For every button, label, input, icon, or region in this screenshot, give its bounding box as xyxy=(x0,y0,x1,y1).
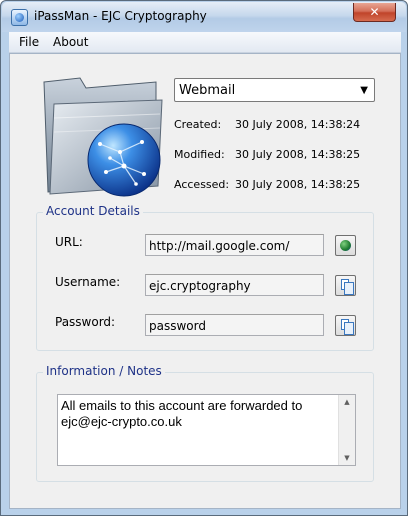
folder-globe-icon xyxy=(43,77,163,197)
menu-about[interactable]: About xyxy=(53,35,88,49)
username-label: Username: xyxy=(55,275,121,289)
created-value: 30 July 2008, 14:38:24 xyxy=(235,118,361,131)
accessed-value: 30 July 2008, 14:38:25 xyxy=(235,178,361,191)
scroll-down-icon[interactable]: ▼ xyxy=(339,451,355,465)
main-panel: Webmail ▼ Created: 30 July 2008, 14:38:2… xyxy=(9,53,401,509)
globe-icon xyxy=(340,240,351,251)
menu-bar: File About xyxy=(9,32,401,53)
modified-label: Modified: xyxy=(174,148,225,161)
open-url-button[interactable] xyxy=(335,235,356,256)
notes-group: Information / Notes All emails to this a… xyxy=(36,364,374,482)
url-value: http://mail.google.com/ xyxy=(149,239,290,253)
username-value: ejc.cryptography xyxy=(149,279,251,293)
account-details-group: Account Details URL: http://mail.google.… xyxy=(36,204,374,351)
window-title: iPassMan - EJC Cryptography xyxy=(34,9,207,23)
accessed-label: Accessed: xyxy=(174,178,230,191)
notes-title: Information / Notes xyxy=(43,364,165,378)
password-label: Password: xyxy=(55,315,116,329)
menu-file[interactable]: File xyxy=(19,35,39,49)
notes-textarea[interactable]: All emails to this account are forwarded… xyxy=(57,394,356,466)
copy-password-button[interactable] xyxy=(335,315,356,336)
account-select[interactable]: Webmail ▼ xyxy=(174,78,375,102)
modified-value: 30 July 2008, 14:38:25 xyxy=(235,148,361,161)
account-select-value: Webmail xyxy=(179,83,236,98)
close-button[interactable]: ✕ xyxy=(353,3,396,22)
password-value: password xyxy=(149,319,206,333)
app-window: iPassMan - EJC Cryptography ✕ File About xyxy=(0,0,408,516)
notes-text: All emails to this account are forwarded… xyxy=(61,398,303,429)
url-field[interactable]: http://mail.google.com/ xyxy=(145,234,324,256)
notes-scrollbar[interactable]: ▲ ▼ xyxy=(338,395,355,465)
copy-icon xyxy=(341,279,354,295)
title-bar[interactable]: iPassMan - EJC Cryptography ✕ xyxy=(2,2,406,32)
account-details-title: Account Details xyxy=(43,204,143,218)
url-label: URL: xyxy=(55,235,83,249)
scroll-up-icon[interactable]: ▲ xyxy=(339,395,355,409)
chevron-down-icon[interactable]: ▼ xyxy=(360,85,368,96)
app-icon[interactable] xyxy=(11,9,28,26)
password-field[interactable]: password xyxy=(145,314,324,336)
created-label: Created: xyxy=(174,118,222,131)
copy-icon xyxy=(341,319,354,335)
username-field[interactable]: ejc.cryptography xyxy=(145,274,324,296)
copy-username-button[interactable] xyxy=(335,275,356,296)
